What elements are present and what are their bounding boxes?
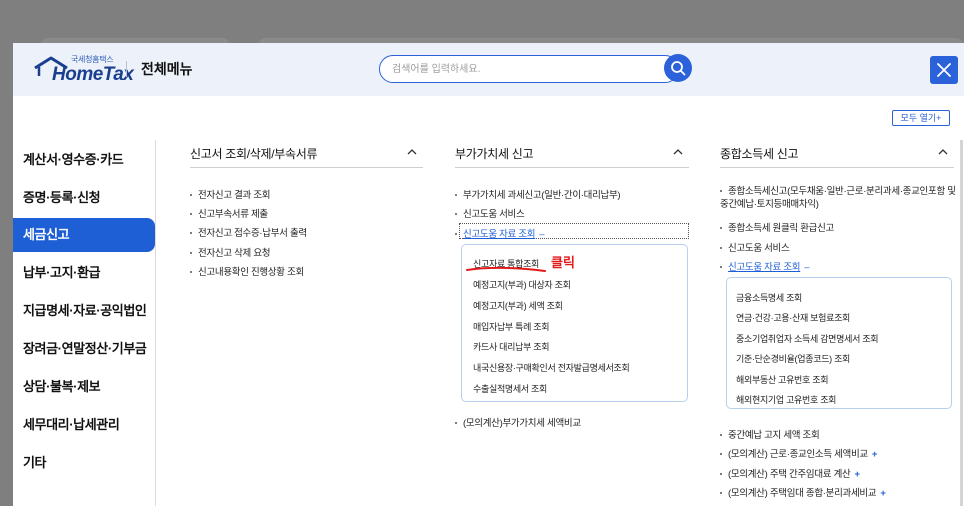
menu-item[interactable]: 신고부속서류 제출: [190, 206, 268, 220]
col3-divider: [720, 167, 954, 168]
menu-item[interactable]: 전자신고 삭제 요청: [190, 245, 271, 259]
sidebar-item-certificate[interactable]: 증명·등록·신청: [13, 181, 155, 215]
click-annotation: 클릭: [551, 255, 575, 270]
menu-item[interactable]: 부가가치세 과세신고(일반·간이·대리납부): [455, 187, 621, 201]
bullet-icon: [720, 492, 722, 495]
logo-text: HomeTax: [52, 64, 134, 85]
expand-all-button[interactable]: 모두 열기+: [892, 110, 950, 126]
submenu-item[interactable]: 중소기업취업자 소득세 감면명세서 조회: [736, 332, 879, 345]
close-icon: [937, 63, 951, 77]
sidebar: 계산서·영수증·카드 증명·등록·신청 세금신고 납부·고지·환급 지급명세·자…: [13, 140, 156, 506]
page-title: 전체메뉴: [141, 61, 193, 77]
plus-icon: +: [871, 449, 878, 460]
submenu-item[interactable]: 예정고지(부과) 대상자 조회: [473, 278, 571, 291]
submenu-item[interactable]: 매입자납부 특례 조회: [473, 320, 550, 333]
bullet-icon: [720, 247, 722, 250]
menu-item[interactable]: 종합소득세 원클릭 환급신고: [720, 220, 834, 234]
bullet-icon: [455, 422, 457, 425]
red-underline-annotation: [466, 266, 546, 272]
bullet-icon: [720, 473, 722, 476]
bullet-icon: [455, 213, 457, 216]
sidebar-item-incentive[interactable]: 장려금·연말정산·기부금: [13, 332, 155, 366]
search-box: [379, 55, 679, 83]
submenu-item[interactable]: 카드사 대리납부 조회: [473, 340, 550, 353]
submenu-item[interactable]: 연금·건강·고용·산재 보험료조회: [736, 311, 850, 324]
header-divider: [126, 61, 127, 77]
sidebar-item-tax-filing[interactable]: 세금신고: [13, 218, 155, 252]
bullet-icon: [720, 266, 722, 269]
menu-item-expanded[interactable]: 신고도움 자료 조회 –: [720, 259, 809, 273]
modal-header: 국세청홈택스 HomeTax 전체메뉴: [13, 43, 964, 96]
col2-divider: [455, 167, 689, 168]
search-button[interactable]: [664, 54, 692, 82]
sidebar-item-agent[interactable]: 세무대리·납세관리: [13, 408, 155, 442]
menu-item[interactable]: 신고도움 서비스: [720, 240, 790, 254]
menu-item-expanded[interactable]: 신고도움 자료 조회 –: [455, 226, 544, 240]
sidebar-item-statement[interactable]: 지급명세·자료·공익법인: [13, 294, 155, 328]
submenu-item[interactable]: 금융소득명세 조회: [736, 291, 802, 304]
menu-item[interactable]: 신고내용확인 진행상황 조회: [190, 264, 304, 278]
submenu-box: 금융소득명세 조회 연금·건강·고용·산재 보험료조회 중소기업취업자 소득세 …: [726, 277, 952, 409]
chevron-up-icon[interactable]: [938, 148, 948, 155]
scrollbar[interactable]: [960, 140, 963, 506]
bullet-icon: [720, 434, 722, 437]
chevron-up-icon[interactable]: [407, 148, 417, 155]
full-menu-modal: 국세청홈택스 HomeTax 전체메뉴 모두 열기+ 계산서·영수증·카드 증명…: [13, 43, 964, 506]
menu-item[interactable]: 전자신고 접수증·납부서 출력: [190, 225, 307, 239]
bullet-icon: [455, 194, 457, 197]
col1-title[interactable]: 신고서 조회/삭제/부속서류: [190, 145, 318, 162]
bullet-icon: [455, 233, 457, 236]
submenu-item[interactable]: 예정고지(부과) 세액 조회: [473, 299, 563, 312]
hometax-logo[interactable]: 국세청홈택스 HomeTax: [33, 54, 135, 86]
plus-icon: +: [880, 488, 886, 499]
menu-item[interactable]: (모의계산) 근로·종교인소득 세액비교 +: [720, 446, 877, 460]
bullet-icon: [190, 194, 192, 197]
col3-title[interactable]: 종합소득세 신고: [720, 145, 799, 162]
sidebar-item-etc[interactable]: 기타: [13, 446, 155, 480]
menu-item[interactable]: (모의계산)부가가치세 세액비교: [455, 415, 581, 429]
menu-item[interactable]: 전자신고 결과 조회: [190, 187, 271, 201]
menu-item[interactable]: 중간예납 고지 세액 조회: [720, 427, 820, 441]
bullet-icon: [190, 232, 192, 235]
minus-icon: –: [804, 262, 810, 273]
bullet-icon: [720, 453, 722, 456]
submenu-item[interactable]: 수출실적명세서 조회: [473, 382, 547, 395]
search-input[interactable]: [392, 60, 642, 78]
sidebar-item-invoice[interactable]: 계산서·영수증·카드: [13, 143, 155, 177]
submenu-item[interactable]: 해외현지기업 고유번호 조회: [736, 393, 836, 406]
sidebar-item-consult[interactable]: 상담·불복·제보: [13, 370, 155, 404]
sidebar-item-payment[interactable]: 납부·고지·환급: [13, 256, 155, 290]
search-icon: [671, 61, 686, 76]
menu-item[interactable]: (모의계산) 주택 간주임대료 계산 +: [720, 466, 860, 480]
submenu-item[interactable]: 기준·단순경비율(업종코드) 조회: [736, 352, 850, 365]
menu-item[interactable]: 신고도움 서비스: [455, 206, 525, 220]
col1-divider: [190, 167, 423, 168]
bullet-icon: [720, 227, 722, 230]
menu-item[interactable]: 종합소득세신고(모두채움·일반·근로·분리과세·종교인포함 및 중간예납·토지등…: [720, 185, 956, 211]
close-button[interactable]: [930, 56, 958, 84]
submenu-item[interactable]: 해외부동산 고유번호 조회: [736, 373, 828, 386]
chevron-up-icon[interactable]: [673, 148, 683, 155]
submenu-item[interactable]: 내국신용장·구매확인서 전자발급명세서조회: [473, 361, 630, 374]
bullet-icon: [190, 213, 192, 216]
menu-item[interactable]: (모의계산) 주택임대 종합·분리과세비교 +: [720, 485, 886, 499]
bullet-icon: [190, 252, 192, 255]
bullet-icon: [720, 190, 722, 193]
minus-icon: –: [539, 229, 545, 240]
bullet-icon: [190, 271, 192, 274]
plus-icon: +: [854, 469, 860, 480]
col2-title[interactable]: 부가가치세 신고: [455, 145, 534, 162]
